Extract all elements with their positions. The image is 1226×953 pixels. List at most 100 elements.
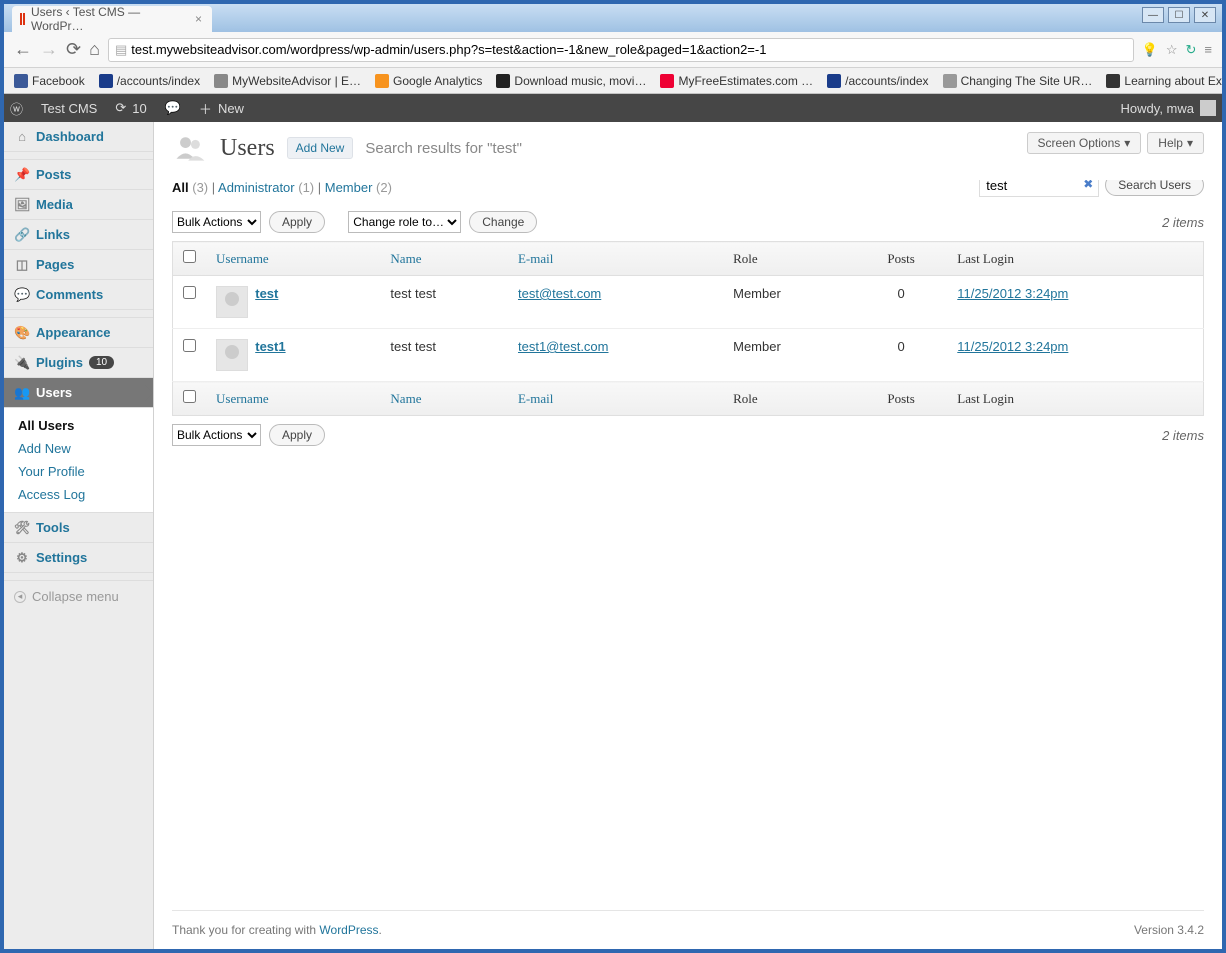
apply-button-bottom[interactable]: Apply bbox=[269, 424, 325, 446]
col-email[interactable]: E-mail bbox=[508, 242, 723, 276]
submenu-add-new[interactable]: Add New bbox=[4, 437, 153, 460]
apply-button-top[interactable]: Apply bbox=[269, 211, 325, 233]
sidebar-item-media[interactable]: 🖼Media bbox=[4, 190, 153, 220]
comments-button[interactable]: 💬 bbox=[165, 100, 181, 116]
footer-text: Thank you for creating with bbox=[172, 923, 319, 937]
window-minimize-button[interactable]: — bbox=[1142, 7, 1164, 23]
star-icon[interactable]: ☆ bbox=[1166, 42, 1178, 58]
bookmark-item[interactable]: Google Analytics bbox=[375, 74, 482, 88]
nav-back-icon[interactable]: ← bbox=[14, 39, 32, 60]
window-maximize-button[interactable]: ☐ bbox=[1168, 7, 1190, 23]
browser-toolbar: ← → ⟳ ⌂ ▤ 💡 ☆ ↻ ≡ bbox=[4, 32, 1222, 68]
menu-icon[interactable]: ≡ bbox=[1204, 42, 1212, 58]
col-name[interactable]: Name bbox=[380, 242, 508, 276]
bookmark-item[interactable]: /accounts/index bbox=[99, 74, 200, 88]
tablenav-bottom: Bulk Actions Apply 2 items bbox=[172, 424, 1204, 446]
howdy-user[interactable]: Howdy, mwa bbox=[1121, 100, 1216, 116]
lastlogin-link[interactable]: 11/25/2012 3:24pm bbox=[957, 339, 1068, 354]
email-link[interactable]: test1@test.com bbox=[518, 339, 609, 354]
sidebar-item-dashboard[interactable]: ⌂Dashboard bbox=[4, 122, 153, 152]
username-link[interactable]: test1 bbox=[255, 339, 285, 354]
bulk-actions-select-top[interactable]: Bulk Actions bbox=[172, 211, 261, 233]
submenu-all-users[interactable]: All Users bbox=[4, 414, 153, 437]
admin-sidebar: ⌂Dashboard 📌Posts 🖼Media 🔗Links ◫Pages 💬… bbox=[4, 122, 154, 949]
bookmark-item[interactable]: Facebook bbox=[14, 74, 85, 88]
avatar bbox=[216, 286, 248, 318]
new-content-button[interactable]: ＋ New bbox=[199, 99, 244, 118]
sidebar-item-users[interactable]: 👥Users bbox=[4, 378, 153, 408]
sidebar-item-plugins[interactable]: 🔌Plugins 10 bbox=[4, 348, 153, 378]
search-subtitle: Search results for "test" bbox=[365, 140, 522, 157]
col-username[interactable]: Username bbox=[206, 382, 380, 416]
add-new-user-button[interactable]: Add New bbox=[287, 137, 354, 159]
sidebar-item-links[interactable]: 🔗Links bbox=[4, 220, 153, 250]
bookmark-item[interactable]: /accounts/index bbox=[827, 74, 928, 88]
window-close-button[interactable]: ✕ bbox=[1194, 7, 1216, 23]
tab-close-icon[interactable]: × bbox=[195, 12, 202, 26]
bookmark-item[interactable]: MyFreeEstimates.com … bbox=[660, 74, 813, 88]
search-users-button[interactable]: Search Users bbox=[1105, 180, 1204, 196]
select-all-checkbox-bottom[interactable] bbox=[183, 390, 196, 403]
sidebar-item-pages[interactable]: ◫Pages bbox=[4, 250, 153, 280]
users-table: Username Name E-mail Role Posts Last Log… bbox=[172, 241, 1204, 416]
cell-name: test test bbox=[380, 276, 508, 329]
sidebar-item-posts[interactable]: 📌Posts bbox=[4, 160, 153, 190]
change-role-select[interactable]: Change role to… bbox=[348, 211, 461, 233]
bookmark-item[interactable]: Learning about Expos… bbox=[1106, 74, 1222, 88]
page-icon: ▤ bbox=[115, 42, 127, 58]
pushpin-icon: 📌 bbox=[14, 167, 30, 183]
plugin-icon: 🔌 bbox=[14, 355, 30, 371]
page-title: Users bbox=[220, 135, 275, 162]
col-name[interactable]: Name bbox=[380, 382, 508, 416]
lastlogin-link[interactable]: 11/25/2012 3:24pm bbox=[957, 286, 1068, 301]
cell-posts: 0 bbox=[855, 276, 947, 329]
users-heading-icon bbox=[172, 130, 208, 166]
tab-title: Users ‹ Test CMS — WordPr… bbox=[31, 5, 185, 33]
sidebar-item-appearance[interactable]: 🎨Appearance bbox=[4, 318, 153, 348]
sidebar-item-settings[interactable]: ⚙Settings bbox=[4, 543, 153, 573]
email-link[interactable]: test@test.com bbox=[518, 286, 601, 301]
col-posts[interactable]: Posts bbox=[855, 242, 947, 276]
filter-admin[interactable]: Administrator bbox=[218, 180, 295, 195]
change-role-button[interactable]: Change bbox=[469, 211, 537, 233]
wp-logo-button[interactable]: ⓦ bbox=[10, 99, 23, 118]
col-posts[interactable]: Posts bbox=[855, 382, 947, 416]
submenu-access-log[interactable]: Access Log bbox=[4, 483, 153, 506]
settings-icon: ⚙ bbox=[14, 550, 30, 566]
filter-all[interactable]: All bbox=[172, 180, 189, 195]
extension-icon[interactable]: ↻ bbox=[1186, 42, 1197, 58]
bookmark-item[interactable]: Changing The Site UR… bbox=[943, 74, 1093, 88]
updates-button[interactable]: ⟳ 10 bbox=[115, 100, 146, 116]
users-icon: 👥 bbox=[14, 385, 30, 401]
browser-tab[interactable]: Users ‹ Test CMS — WordPr… × bbox=[12, 6, 212, 32]
table-row: test1 test test test1@test.com Member 0 … bbox=[173, 329, 1204, 382]
select-all-checkbox-top[interactable] bbox=[183, 250, 196, 263]
home-icon[interactable]: ⌂ bbox=[89, 39, 100, 60]
bookmark-item[interactable]: Download music, movi… bbox=[496, 74, 646, 88]
address-bar[interactable]: ▤ bbox=[108, 38, 1134, 62]
username-link[interactable]: test bbox=[255, 286, 278, 301]
tools-icon: 🛠 bbox=[14, 520, 30, 536]
link-icon: 🔗 bbox=[14, 227, 30, 243]
bookmark-item[interactable]: MyWebsiteAdvisor | E… bbox=[214, 74, 361, 88]
browser-titlebar: Users ‹ Test CMS — WordPr… × — ☐ ✕ bbox=[4, 4, 1222, 32]
clear-search-icon[interactable]: ✖ bbox=[1083, 180, 1093, 191]
filter-member[interactable]: Member bbox=[325, 180, 373, 195]
row-checkbox[interactable] bbox=[183, 286, 196, 299]
wp-admin-bar: ⓦ Test CMS ⟳ 10 💬 ＋ New Howdy, mwa bbox=[4, 94, 1222, 122]
bulk-actions-select-bottom[interactable]: Bulk Actions bbox=[172, 424, 261, 446]
site-name-button[interactable]: Test CMS bbox=[41, 101, 97, 116]
collapse-menu-button[interactable]: ◂ Collapse menu bbox=[4, 581, 153, 612]
url-input[interactable] bbox=[131, 42, 1126, 57]
user-search-input[interactable] bbox=[979, 180, 1099, 197]
wordpress-link[interactable]: WordPress bbox=[319, 923, 378, 937]
col-email[interactable]: E-mail bbox=[508, 382, 723, 416]
submenu-your-profile[interactable]: Your Profile bbox=[4, 460, 153, 483]
reload-icon[interactable]: ⟳ bbox=[66, 39, 81, 60]
sidebar-item-comments[interactable]: 💬Comments bbox=[4, 280, 153, 310]
col-username[interactable]: Username bbox=[206, 242, 380, 276]
collapse-label: Collapse menu bbox=[32, 589, 119, 604]
sidebar-item-tools[interactable]: 🛠Tools bbox=[4, 513, 153, 543]
lightbulb-icon[interactable]: 💡 bbox=[1142, 42, 1158, 58]
row-checkbox[interactable] bbox=[183, 339, 196, 352]
